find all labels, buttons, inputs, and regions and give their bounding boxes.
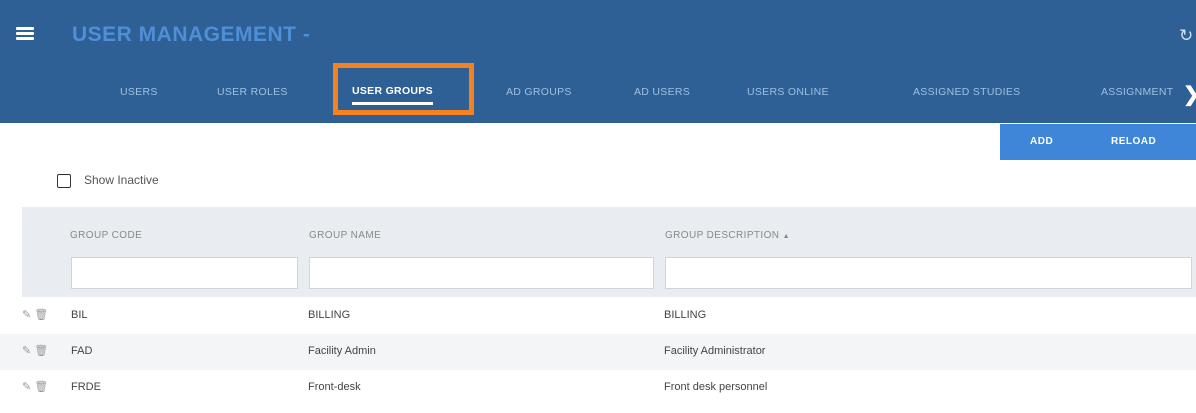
delete-icon[interactable]: 🗑︎ <box>34 381 48 393</box>
edit-icon[interactable]: ✎ <box>22 309 31 321</box>
filter-group-description-input[interactable] <box>665 257 1192 289</box>
show-inactive-checkbox[interactable] <box>57 174 71 188</box>
add-button[interactable]: ADD <box>1030 124 1053 160</box>
cell-group-code: BIL <box>71 309 88 321</box>
column-header-group-description[interactable]: GROUP DESCRIPTION ▲ <box>665 230 790 241</box>
cell-group-name: Front-desk <box>308 381 361 393</box>
sort-asc-icon: ▲ <box>782 233 790 240</box>
reload-button[interactable]: RELOAD <box>1111 124 1156 160</box>
row-actions: ✎ 🗑︎ <box>22 344 48 357</box>
cell-group-description: Front desk personnel <box>664 381 768 393</box>
cell-group-code: FAD <box>71 345 93 357</box>
grid-header: GROUP CODE GROUP NAME GROUP DESCRIPTION … <box>22 207 1196 297</box>
table-row[interactable]: ✎ 🗑︎ FRDE Front-desk Front desk personne… <box>0 370 1196 406</box>
tab-ad-groups[interactable]: AD GROUPS <box>506 66 572 118</box>
row-actions: ✎ 🗑︎ <box>22 380 48 393</box>
edit-icon[interactable]: ✎ <box>22 381 31 393</box>
tab-user-roles[interactable]: USER ROLES <box>217 66 288 118</box>
column-header-group-description-label: GROUP DESCRIPTION <box>665 230 780 241</box>
hamburger-icon[interactable] <box>16 27 34 41</box>
delete-icon[interactable]: 🗑︎ <box>34 345 48 357</box>
row-actions: ✎ 🗑︎ <box>22 308 48 321</box>
show-inactive-label: Show Inactive <box>84 173 159 187</box>
cell-group-description: BILLING <box>664 309 707 321</box>
page-title-text: USER MANAGEMENT <box>72 23 297 46</box>
filter-group-code-input[interactable] <box>71 257 298 289</box>
tab-users-online[interactable]: USERS ONLINE <box>747 66 829 118</box>
cell-group-description: Facility Administrator <box>664 345 766 357</box>
delete-icon[interactable]: 🗑︎ <box>34 309 48 321</box>
cell-group-name: BILLING <box>308 309 351 321</box>
filter-group-name-input[interactable] <box>309 257 654 289</box>
app-header: USER MANAGEMENT - ↻ USERS USER ROLES USE… <box>0 0 1196 123</box>
column-header-group-code[interactable]: GROUP CODE <box>70 230 142 241</box>
chevron-right-icon[interactable]: ❯ <box>1183 82 1196 107</box>
tab-bar: USERS USER ROLES USER GROUPS AD GROUPS A… <box>0 66 1196 118</box>
toolbar: ADD RELOAD <box>1000 124 1196 160</box>
edit-icon[interactable]: ✎ <box>22 345 31 357</box>
highlight-box <box>333 63 474 115</box>
page-title-dash: - <box>302 23 311 46</box>
refresh-icon[interactable]: ↻ <box>1179 26 1193 46</box>
column-header-group-name[interactable]: GROUP NAME <box>309 230 381 241</box>
table-row[interactable]: ✎ 🗑︎ BIL BILLING BILLING <box>0 298 1196 334</box>
tab-users[interactable]: USERS <box>120 66 158 118</box>
cell-group-code: FRDE <box>71 381 101 393</box>
cell-group-name: Facility Admin <box>308 345 376 357</box>
tab-assigned-studies[interactable]: ASSIGNED STUDIES <box>913 66 1021 118</box>
tab-ad-users[interactable]: AD USERS <box>634 66 690 118</box>
tab-assignment[interactable]: ASSIGNMENT <box>1101 66 1173 118</box>
table-row[interactable]: ✎ 🗑︎ FAD Facility Admin Facility Adminis… <box>0 334 1196 370</box>
page-title: USER MANAGEMENT - <box>72 23 310 47</box>
